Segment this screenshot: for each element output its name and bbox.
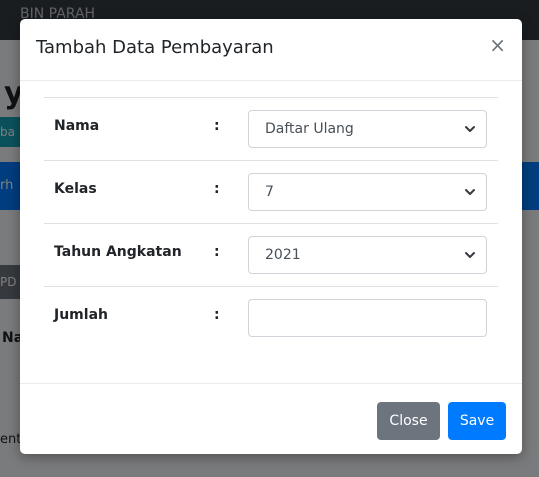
- tahun-angkatan-select[interactable]: 2021: [248, 236, 487, 274]
- field-label: Kelas: [54, 181, 97, 197]
- form-row-tahun-angkatan: Tahun Angkatan : 2021: [44, 223, 498, 286]
- jumlah-input[interactable]: [248, 299, 487, 337]
- nama-select-value: Daftar Ulang: [265, 121, 354, 137]
- field-label: Tahun Angkatan: [54, 244, 182, 260]
- field-label: Jumlah: [54, 307, 108, 323]
- form-row-nama: Nama : Daftar Ulang: [44, 97, 498, 160]
- chevron-down-icon: [465, 252, 475, 258]
- kelas-select[interactable]: 7: [248, 173, 487, 211]
- field-colon: :: [214, 181, 220, 197]
- field-colon: :: [214, 118, 220, 134]
- save-button[interactable]: Save: [448, 402, 506, 440]
- chevron-down-icon: [465, 126, 475, 132]
- field-colon: :: [214, 244, 220, 260]
- close-button[interactable]: Close: [377, 402, 440, 440]
- add-payment-modal: Tambah Data Pembayaran × Nama : Daftar U…: [20, 19, 522, 454]
- form-row-jumlah: Jumlah :: [44, 286, 498, 349]
- tahun-angkatan-select-value: 2021: [265, 247, 301, 263]
- modal-title: Tambah Data Pembayaran: [36, 37, 274, 58]
- field-colon: :: [214, 307, 220, 323]
- nama-select[interactable]: Daftar Ulang: [248, 110, 487, 148]
- modal-header: Tambah Data Pembayaran ×: [20, 19, 522, 81]
- kelas-select-value: 7: [265, 184, 274, 200]
- field-label: Nama: [54, 118, 100, 134]
- chevron-down-icon: [465, 189, 475, 195]
- form-row-kelas: Kelas : 7: [44, 160, 498, 223]
- modal-footer: Close Save: [20, 383, 522, 454]
- payment-form: Nama : Daftar Ulang Kelas : 7 Tahun Angk…: [44, 97, 498, 349]
- close-icon[interactable]: ×: [489, 35, 506, 55]
